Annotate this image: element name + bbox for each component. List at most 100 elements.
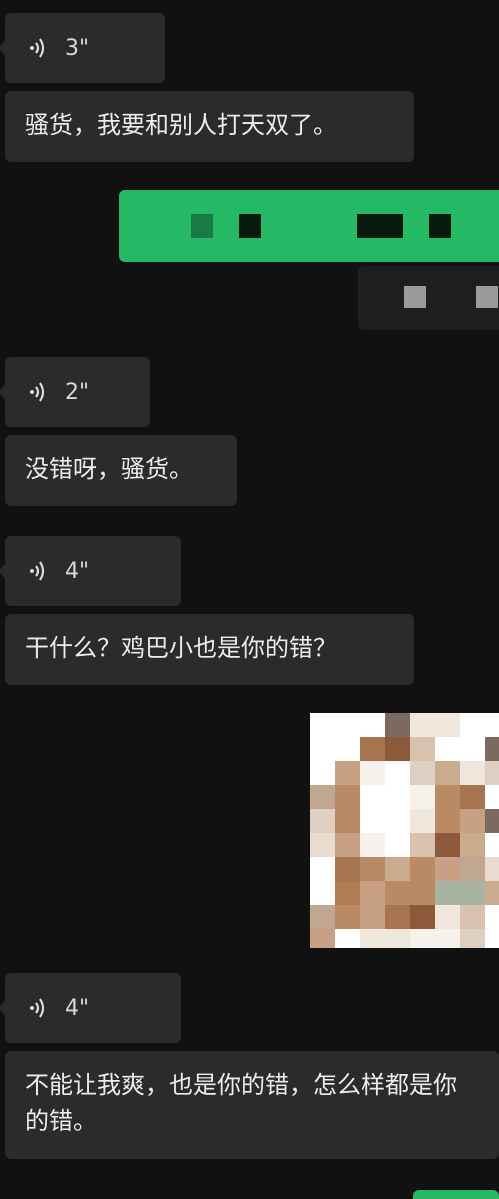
photo-pixel [410, 881, 435, 905]
photo-pixel [335, 905, 360, 929]
text-message-3[interactable]: 干什么？鸡巴小也是你的错？ [5, 614, 414, 685]
redaction-block [357, 214, 403, 238]
redaction-block [239, 214, 261, 238]
photo-pixel [335, 761, 360, 785]
photo-pixel [435, 737, 460, 761]
photo-pixel [360, 737, 385, 761]
photo-pixel [385, 833, 410, 857]
redaction-block [404, 286, 426, 308]
photo-pixel [385, 857, 410, 881]
photo-pixel [310, 881, 335, 905]
photo-pixel [310, 929, 335, 948]
message-text: 不能让我爽，也是你的错，怎么样都是你的错。 [25, 1071, 457, 1135]
photo-pixel [360, 857, 385, 881]
photo-pixel [460, 929, 485, 948]
voice-duration: 2" [65, 379, 90, 405]
photo-pixel [410, 857, 435, 881]
photo-pixel [385, 809, 410, 833]
text-message-2[interactable]: 没错呀，骚货。 [5, 435, 237, 506]
photo-pixel [485, 761, 499, 785]
photo-pixel [410, 905, 435, 929]
photo-pixel [385, 737, 410, 761]
photo-pixel [460, 785, 485, 809]
photo-pixel [435, 785, 460, 809]
redaction-block [476, 286, 498, 308]
photo-pixel [360, 761, 385, 785]
photo-pixel [410, 929, 435, 948]
text-message-1[interactable]: 骚货，我要和别人打天双了。 [5, 91, 414, 162]
photo-pixel [460, 833, 485, 857]
voice-message-2[interactable]: 2" [0, 357, 150, 427]
photo-pixel [485, 737, 499, 761]
photo-pixel [485, 905, 499, 929]
outgoing-message-redacted[interactable] [119, 190, 499, 262]
photo-pixel [385, 713, 410, 737]
photo-pixel [410, 761, 435, 785]
photo-pixel [310, 785, 335, 809]
photo-pixel [485, 833, 499, 857]
voice-wave-icon [30, 998, 45, 1018]
voice-message-3[interactable]: 4" [0, 536, 181, 606]
photo-pixel [485, 785, 499, 809]
photo-pixel [435, 809, 460, 833]
photo-pixel [485, 881, 499, 905]
photo-pixel [410, 809, 435, 833]
photo-pixel [310, 761, 335, 785]
voice-wave-icon [30, 382, 45, 402]
text-message-4[interactable]: 不能让我爽，也是你的错，怎么样都是你的错。 [5, 1051, 499, 1159]
photo-pixel [435, 881, 460, 905]
message-text: 干什么？鸡巴小也是你的错？ [25, 634, 337, 662]
voice-wave-icon [30, 561, 45, 581]
photo-pixel [460, 713, 485, 737]
redacted-bubble[interactable] [358, 266, 499, 330]
photo-pixel [310, 905, 335, 929]
photo-pixel [435, 905, 460, 929]
photo-pixel [435, 833, 460, 857]
photo-pixel [310, 833, 335, 857]
pixelated-photo[interactable] [310, 713, 499, 948]
voice-wave-icon [30, 38, 45, 58]
message-text: 没错呀，骚货。 [25, 455, 193, 483]
photo-pixel [360, 905, 385, 929]
photo-pixel [335, 785, 360, 809]
photo-pixel [335, 737, 360, 761]
photo-pixel [460, 857, 485, 881]
photo-pixel [410, 737, 435, 761]
photo-pixel [385, 881, 410, 905]
photo-pixel [360, 833, 385, 857]
photo-pixel [485, 857, 499, 881]
photo-pixel [435, 761, 460, 785]
photo-pixel [460, 881, 485, 905]
voice-message-4[interactable]: 4" [0, 973, 181, 1043]
photo-pixel [335, 929, 360, 948]
photo-pixel [310, 737, 335, 761]
photo-pixel [435, 713, 460, 737]
message-text: 骚货，我要和别人打天双了。 [25, 111, 337, 139]
outgoing-message-partial[interactable] [413, 1190, 499, 1199]
photo-pixel [385, 785, 410, 809]
photo-pixel [460, 737, 485, 761]
photo-pixel [460, 809, 485, 833]
photo-pixel [360, 809, 385, 833]
redaction-block [429, 214, 451, 238]
photo-pixel [360, 713, 385, 737]
photo-pixel [360, 929, 385, 948]
photo-pixel [360, 881, 385, 905]
voice-duration: 3" [65, 35, 90, 61]
photo-pixel [335, 881, 360, 905]
voice-duration: 4" [65, 558, 90, 584]
photo-pixel [460, 905, 485, 929]
photo-pixel [485, 929, 499, 948]
photo-pixel [410, 713, 435, 737]
photo-pixel [335, 809, 360, 833]
photo-pixel [385, 905, 410, 929]
photo-pixel [335, 857, 360, 881]
voice-duration: 4" [65, 995, 90, 1021]
redaction-block [191, 214, 213, 238]
photo-pixel [435, 929, 460, 948]
photo-pixel [460, 761, 485, 785]
voice-message-1[interactable]: 3" [0, 13, 165, 83]
photo-pixel [385, 929, 410, 948]
photo-pixel [385, 761, 410, 785]
photo-pixel [485, 809, 499, 833]
